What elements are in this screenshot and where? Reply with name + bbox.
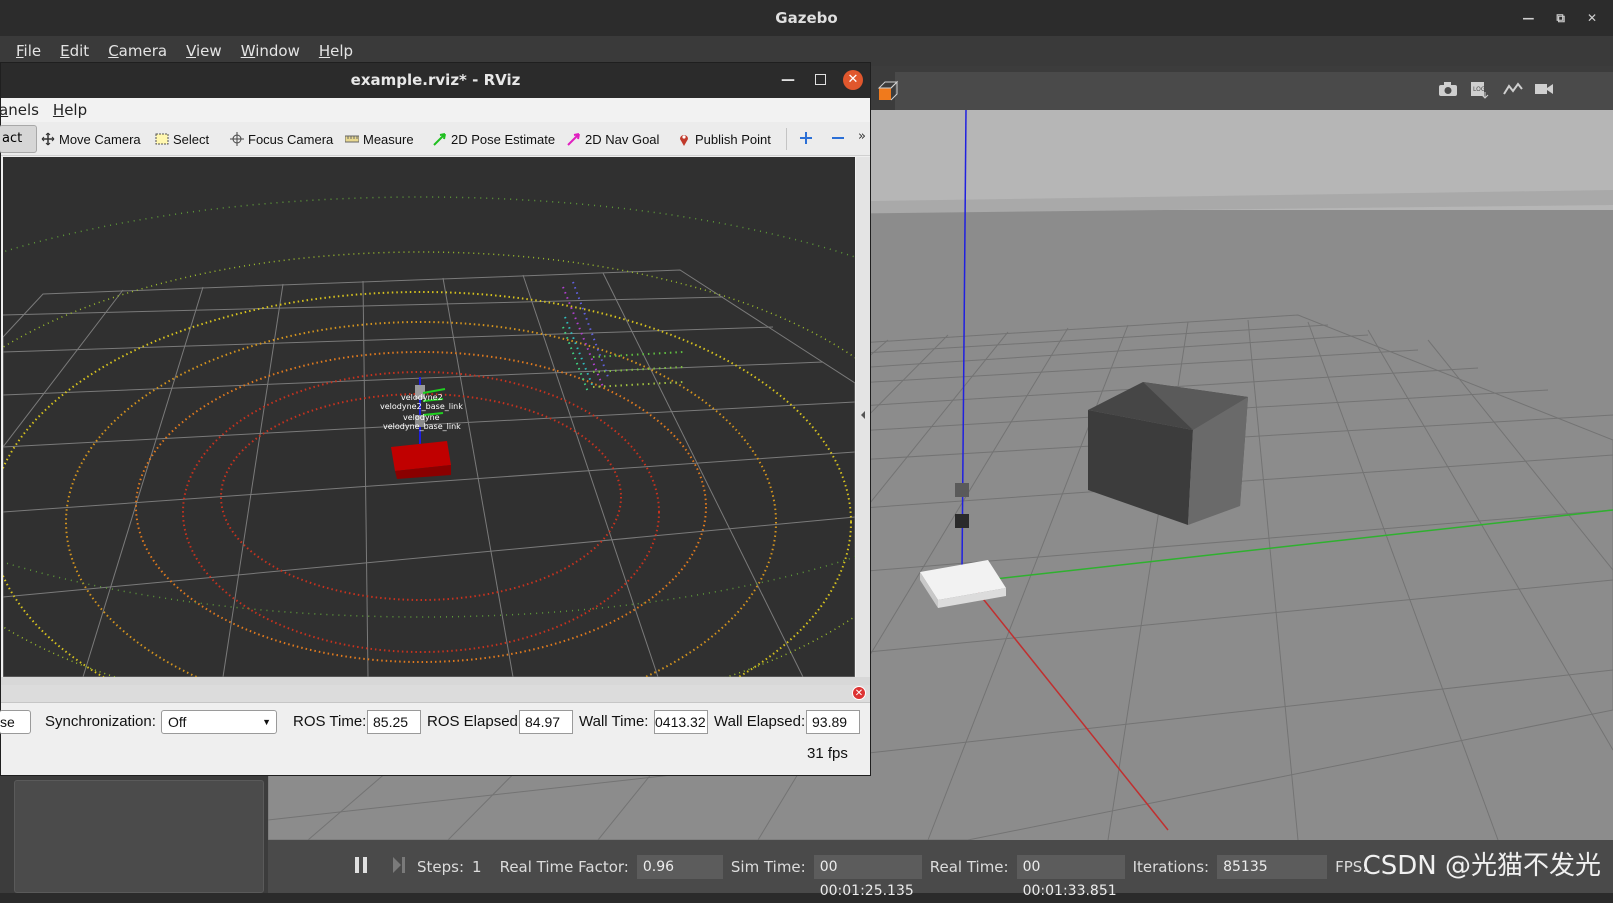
rviz-title: example.rviz* - RViz xyxy=(350,71,521,89)
map-pin-icon xyxy=(680,135,688,146)
focus-camera-tool[interactable]: Focus Camera xyxy=(230,126,333,152)
move-camera-label: Move Camera xyxy=(59,131,141,147)
publish-point-label: Publish Point xyxy=(695,131,771,147)
close-icon[interactable]: ✕ xyxy=(1587,0,1597,36)
iterations-value: 85135 xyxy=(1217,854,1328,879)
sim-time-label: Sim Time: xyxy=(730,857,806,876)
chevron-down-icon: ▼ xyxy=(262,717,271,727)
iterations-label: Iterations: xyxy=(1132,857,1210,876)
menu-view[interactable]: View xyxy=(186,42,222,60)
real-time-value: 00 00:01:33.851 xyxy=(1016,854,1125,899)
real-time-label: Real Time: xyxy=(929,857,1009,876)
rviz-menubar: anels Help xyxy=(0,98,870,122)
steps-label: Steps: xyxy=(417,857,465,876)
gazebo-view-toolbar: LOG xyxy=(877,72,1613,110)
add-tool-icon[interactable] xyxy=(799,130,813,150)
focus-camera-label: Focus Camera xyxy=(248,131,334,147)
log-icon[interactable]: LOG xyxy=(1467,80,1491,102)
tf-label-velodyne2: velodyne2 xyxy=(401,393,443,402)
remove-tool-icon[interactable] xyxy=(831,130,845,150)
sync-label: Synchronization: xyxy=(45,713,156,730)
wall-time-field[interactable]: 0413.32 xyxy=(654,710,708,734)
pose-estimate-label: 2D Pose Estimate xyxy=(451,131,556,147)
nav-goal-label: 2D Nav Goal xyxy=(585,131,660,147)
magenta-arrow-icon xyxy=(567,133,580,146)
rviz-toolbar: act Move Camera Select Focus Camera Meas… xyxy=(0,122,870,156)
ros-elapsed-field[interactable]: 84.97 xyxy=(519,710,573,734)
measure-label: Measure xyxy=(363,131,414,147)
wall-time-label: Wall Time: xyxy=(579,713,649,730)
orange-box-shape-icon[interactable] xyxy=(877,80,901,102)
maximize-icon[interactable] xyxy=(815,74,826,85)
menu-camera[interactable]: Camera xyxy=(108,42,167,60)
green-arrow-icon xyxy=(433,133,446,146)
select-tool[interactable]: Select xyxy=(155,126,209,152)
views-panel-collapse-strip[interactable] xyxy=(856,157,870,677)
publish-point-tool[interactable]: Publish Point xyxy=(677,126,771,152)
steps-value[interactable]: 1 xyxy=(472,858,482,876)
focus-camera-icon xyxy=(230,132,244,146)
svg-text:LOG: LOG xyxy=(1473,86,1486,93)
step-icon[interactable] xyxy=(391,856,407,878)
sync-select-value: Off xyxy=(168,714,187,730)
select-icon xyxy=(155,133,169,145)
close-icon[interactable]: ✕ xyxy=(843,70,863,90)
menu-panels[interactable]: anels xyxy=(0,101,39,119)
toolbar-overflow-button[interactable]: » xyxy=(858,129,866,144)
gazebo-left-panel xyxy=(14,780,264,893)
video-icon[interactable] xyxy=(1532,80,1556,102)
menu-help[interactable]: Help xyxy=(319,42,353,60)
rtf-value: 0.96 xyxy=(636,854,723,879)
ros-elapsed-label: ROS Elapsed: xyxy=(427,713,523,730)
csdn-watermark: CSDN @光猫不发光 xyxy=(1362,851,1601,881)
sync-select[interactable]: Off ▼ xyxy=(161,710,277,734)
move-camera-icon xyxy=(41,132,55,146)
wall-elapsed-label: Wall Elapsed: xyxy=(714,713,806,730)
tf-label-velodyne-base-link: velodyne_base_link xyxy=(383,422,461,431)
tf-label-velodyne: velodyne xyxy=(403,413,440,422)
rviz-title-bar[interactable]: example.rviz* - RViz — ✕ xyxy=(1,63,870,98)
pause-button[interactable]: se xyxy=(0,710,31,734)
rviz-3d-view[interactable]: velodyne2 velodyne2_base_link velodyne v… xyxy=(3,157,855,677)
rviz-window: example.rviz* - RViz — ✕ anels Help act … xyxy=(0,62,871,776)
time-panel: se Synchronization: Off ▼ ROS Time: 85.2… xyxy=(0,703,870,775)
ros-time-label: ROS Time: xyxy=(293,713,367,730)
toolbar-separator xyxy=(786,128,787,150)
menu-edit[interactable]: Edit xyxy=(60,42,89,60)
fps-counter: 31 fps xyxy=(807,745,848,762)
rtf-label: Real Time Factor: xyxy=(499,857,629,876)
minimize-icon[interactable]: — xyxy=(1522,0,1534,36)
plot-icon[interactable] xyxy=(1501,80,1525,102)
camera-icon[interactable] xyxy=(1436,80,1460,102)
ruler-icon xyxy=(345,135,359,143)
gazebo-title-bar[interactable]: Gazebo — ⧉ ✕ xyxy=(0,0,1613,36)
sim-time-value: 00 00:01:25.135 xyxy=(813,854,922,899)
menu-help[interactable]: Help xyxy=(53,101,87,119)
menu-window[interactable]: Window xyxy=(241,42,300,60)
menu-file[interactable]: File xyxy=(16,42,41,60)
measure-tool[interactable]: Measure xyxy=(345,126,414,152)
nav-goal-tool[interactable]: 2D Nav Goal xyxy=(567,126,659,152)
select-label: Select xyxy=(173,131,210,147)
minimize-icon[interactable]: — xyxy=(781,63,795,98)
interact-tool-button[interactable]: act xyxy=(0,125,37,153)
move-camera-tool[interactable]: Move Camera xyxy=(41,126,141,152)
time-panel-header: ✕ xyxy=(1,685,870,703)
ros-time-field[interactable]: 85.25 xyxy=(367,710,421,734)
time-panel-close-icon[interactable]: ✕ xyxy=(852,686,866,700)
restore-icon[interactable]: ⧉ xyxy=(1556,0,1565,36)
tf-label-velodyne2-base-link: velodyne2_base_link xyxy=(380,402,463,411)
wall-elapsed-field[interactable]: 93.89 xyxy=(806,710,860,734)
gazebo-title: Gazebo xyxy=(775,9,838,27)
panel-splitter[interactable] xyxy=(1,677,870,685)
pause-icon[interactable] xyxy=(353,856,369,878)
pose-estimate-tool[interactable]: 2D Pose Estimate xyxy=(433,126,555,152)
